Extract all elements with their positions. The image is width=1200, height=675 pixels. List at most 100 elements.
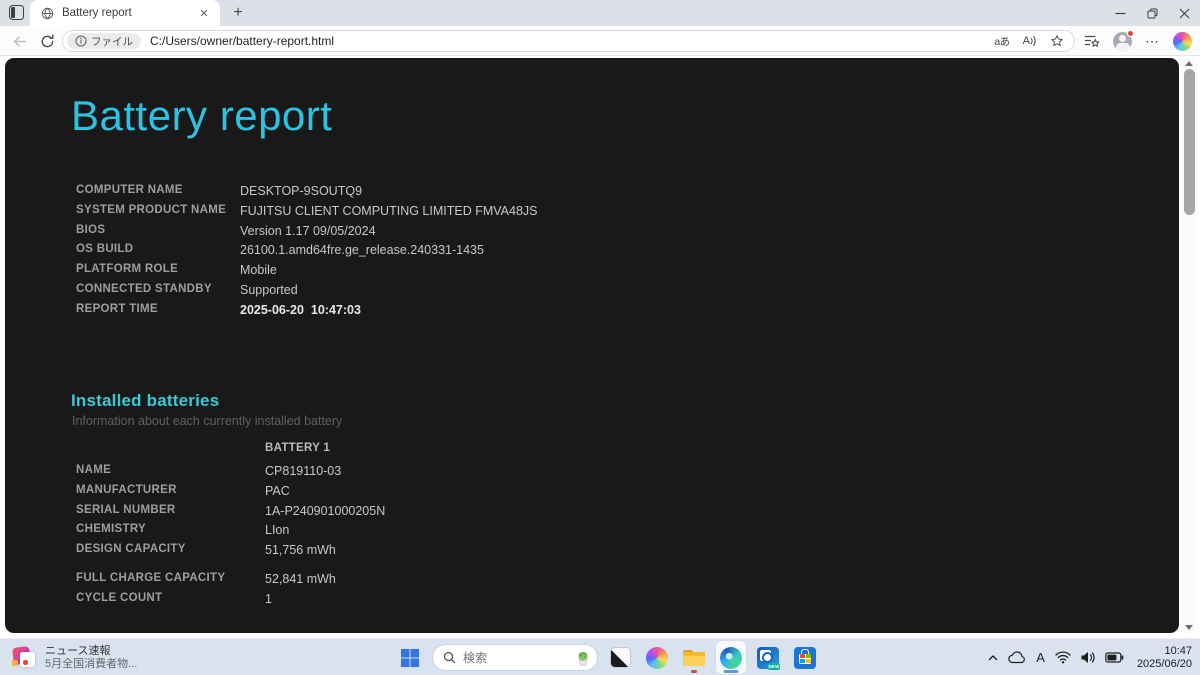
taskbar-clock[interactable]: 10:47 2025/06/20 (1137, 645, 1192, 671)
app-edge[interactable] (716, 641, 746, 674)
battery-column-header: BATTERY 1 (265, 442, 331, 454)
back-button[interactable] (10, 32, 28, 50)
active-indicator (723, 670, 739, 673)
site-info-chip[interactable]: ファイル (67, 33, 141, 49)
start-button[interactable] (395, 641, 425, 674)
app-file-explorer[interactable] (679, 641, 709, 674)
search-input[interactable] (463, 650, 567, 665)
info-label: COMPUTER NAME (76, 184, 183, 196)
onedrive-cloud-icon[interactable] (1007, 651, 1027, 664)
widget-subtext: 5月全国消費者物... (45, 657, 138, 670)
refresh-button[interactable] (38, 32, 56, 50)
battery-icon[interactable] (1104, 652, 1125, 663)
info-label: SYSTEM PRODUCT NAME (76, 203, 227, 216)
tray-chevron-up-icon[interactable] (986, 652, 1000, 664)
taskbar-center: NEW (395, 639, 820, 675)
battery-table-top: NAME CP819110-03 MANUFACTURER PAC SERIAL N… (76, 464, 385, 563)
ime-indicator[interactable]: A (1034, 650, 1047, 665)
browser-tab[interactable]: Battery report ✕ (30, 0, 220, 26)
refresh-icon (41, 34, 54, 47)
favorite-star-icon[interactable] (1050, 34, 1064, 48)
tab-title: Battery report (62, 7, 132, 19)
scrollbar-thumb[interactable] (1183, 69, 1195, 215)
system-info-table: COMPUTER NAME DESKTOP-9SOUTQ9 SYSTEM PROD… (76, 184, 538, 323)
new-tab-button[interactable]: + (228, 3, 248, 23)
close-window-button[interactable] (1168, 0, 1200, 26)
battery-value: LIon (265, 523, 290, 538)
windows-start-icon (400, 648, 420, 667)
battery-label: DESIGN CAPACITY (76, 543, 186, 556)
info-label: OS BUILD (76, 243, 134, 256)
site-info-label: ファイル (91, 35, 133, 48)
section-subtitle: Information about each currently install… (72, 414, 343, 428)
info-value: Version 1.17 09/05/2024 (240, 223, 376, 238)
favorites-hub-icon[interactable] (1084, 34, 1100, 48)
browser-tab-strip: Battery report ✕ + (0, 0, 1200, 26)
battery-label: CHEMISTRY (76, 523, 146, 536)
back-arrow-icon (13, 35, 26, 47)
volume-icon[interactable] (1079, 651, 1097, 664)
section-heading: Installed batteries (71, 391, 220, 410)
scroll-down-arrow[interactable] (1185, 625, 1193, 630)
minimize-button[interactable] (1104, 0, 1136, 26)
clock-date: 2025/06/20 (1136, 657, 1192, 670)
app-bw-square[interactable] (605, 641, 635, 674)
app-copilot[interactable] (642, 641, 672, 674)
info-label: REPORT TIME (76, 302, 158, 315)
running-indicator (691, 670, 697, 673)
edge-icon (720, 646, 742, 669)
address-bar[interactable]: ファイル C:/Users/owner/battery-report.html … (62, 30, 1075, 52)
profile-avatar[interactable] (1113, 29, 1134, 52)
microsoft-store-icon (794, 646, 816, 669)
system-tray: A 10:47 2025/06/20 (986, 639, 1196, 675)
search-highlight-icon[interactable] (574, 649, 592, 667)
address-bar-icons: aあ A (994, 34, 1064, 49)
tab-actions-menu-icon[interactable] (9, 5, 24, 20)
file-explorer-icon (682, 647, 706, 669)
battery-report-page: Battery report COMPUTER NAME DESKTOP-9SOU… (5, 58, 1179, 633)
info-label: BIOS (76, 223, 106, 236)
search-icon (443, 651, 456, 664)
info-value: 26100.1.amd64fre.ge_release.240331-1435 (240, 243, 484, 258)
info-value: FUJITSU CLIENT COMPUTING LIMITED FMVA48J… (240, 203, 538, 218)
widgets-button[interactable]: ニュース速報 5月全国消費者物... (11, 639, 138, 675)
battery-value: 1 (265, 591, 272, 606)
globe-favicon-icon (41, 7, 54, 19)
app-outlook[interactable]: NEW (753, 641, 783, 674)
info-value: Mobile (240, 263, 277, 278)
report-time-value: 2025-06-20 10:47:03 (240, 302, 361, 317)
scroll-up-arrow[interactable] (1185, 61, 1193, 66)
taskbar-search-box[interactable] (432, 644, 598, 671)
url-text: C:/Users/owner/battery-report.html (150, 34, 335, 48)
app-store[interactable] (790, 641, 820, 674)
battery-label: CYCLE COUNT (76, 591, 163, 604)
browser-toolbar: ファイル C:/Users/owner/battery-report.html … (0, 26, 1200, 56)
tab-close-button[interactable]: ✕ (196, 5, 212, 21)
bw-app-icon (609, 647, 631, 668)
widgets-icon (11, 645, 37, 670)
widget-headline: ニュース速報 (45, 645, 111, 657)
battery-value: PAC (265, 483, 290, 498)
read-aloud-icon[interactable]: A (1023, 35, 1037, 47)
page-scrollbar[interactable] (1181, 58, 1197, 633)
translate-icon[interactable]: aあ (994, 34, 1010, 49)
battery-label: FULL CHARGE CAPACITY (76, 572, 226, 584)
restore-button[interactable] (1136, 0, 1168, 26)
page-title: Battery report (71, 92, 333, 139)
info-value: Supported (240, 282, 298, 297)
battery-value: 51,756 mWh (265, 543, 336, 558)
battery-label: NAME (76, 464, 112, 476)
info-label: CONNECTED STANDBY (76, 282, 212, 295)
info-icon (75, 35, 87, 47)
copilot-icon[interactable] (1173, 31, 1192, 51)
window-controls (1104, 0, 1200, 26)
wifi-icon[interactable] (1054, 651, 1072, 664)
info-label: PLATFORM ROLE (76, 263, 179, 276)
battery-value: CP819110-03 (265, 464, 342, 478)
toolbar-right-cluster: ⋯ (1084, 29, 1192, 52)
battery-label: MANUFACTURER (76, 483, 177, 496)
settings-more-icon[interactable]: ⋯ (1145, 33, 1160, 50)
info-value: DESKTOP-9SOUTQ9 (240, 184, 363, 198)
battery-label: SERIAL NUMBER (76, 503, 176, 516)
taskbar: ニュース速報 5月全国消費者物... NEW (0, 638, 1200, 675)
